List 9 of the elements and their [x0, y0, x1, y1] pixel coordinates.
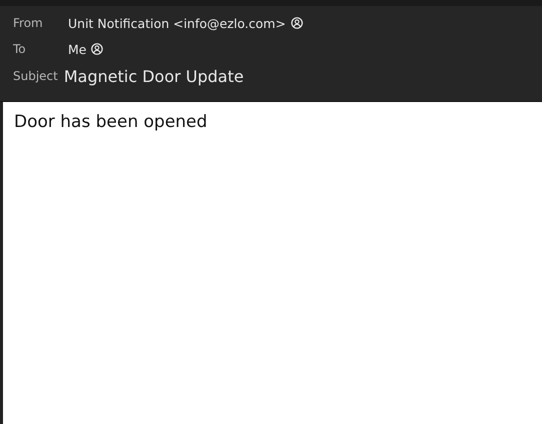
subject-text: Magnetic Door Update — [64, 66, 244, 86]
sender-name[interactable]: Unit Notification <info@ezlo.com> — [68, 16, 286, 30]
field-label: To — [13, 42, 27, 56]
contact-icon[interactable] — [290, 17, 303, 29]
contact-icon[interactable] — [91, 43, 104, 55]
sender-name[interactable]: Me — [68, 42, 86, 56]
body-text: Door has been opened — [14, 112, 208, 132]
field-label: From — [13, 16, 44, 30]
field-label: Subject — [13, 69, 58, 83]
